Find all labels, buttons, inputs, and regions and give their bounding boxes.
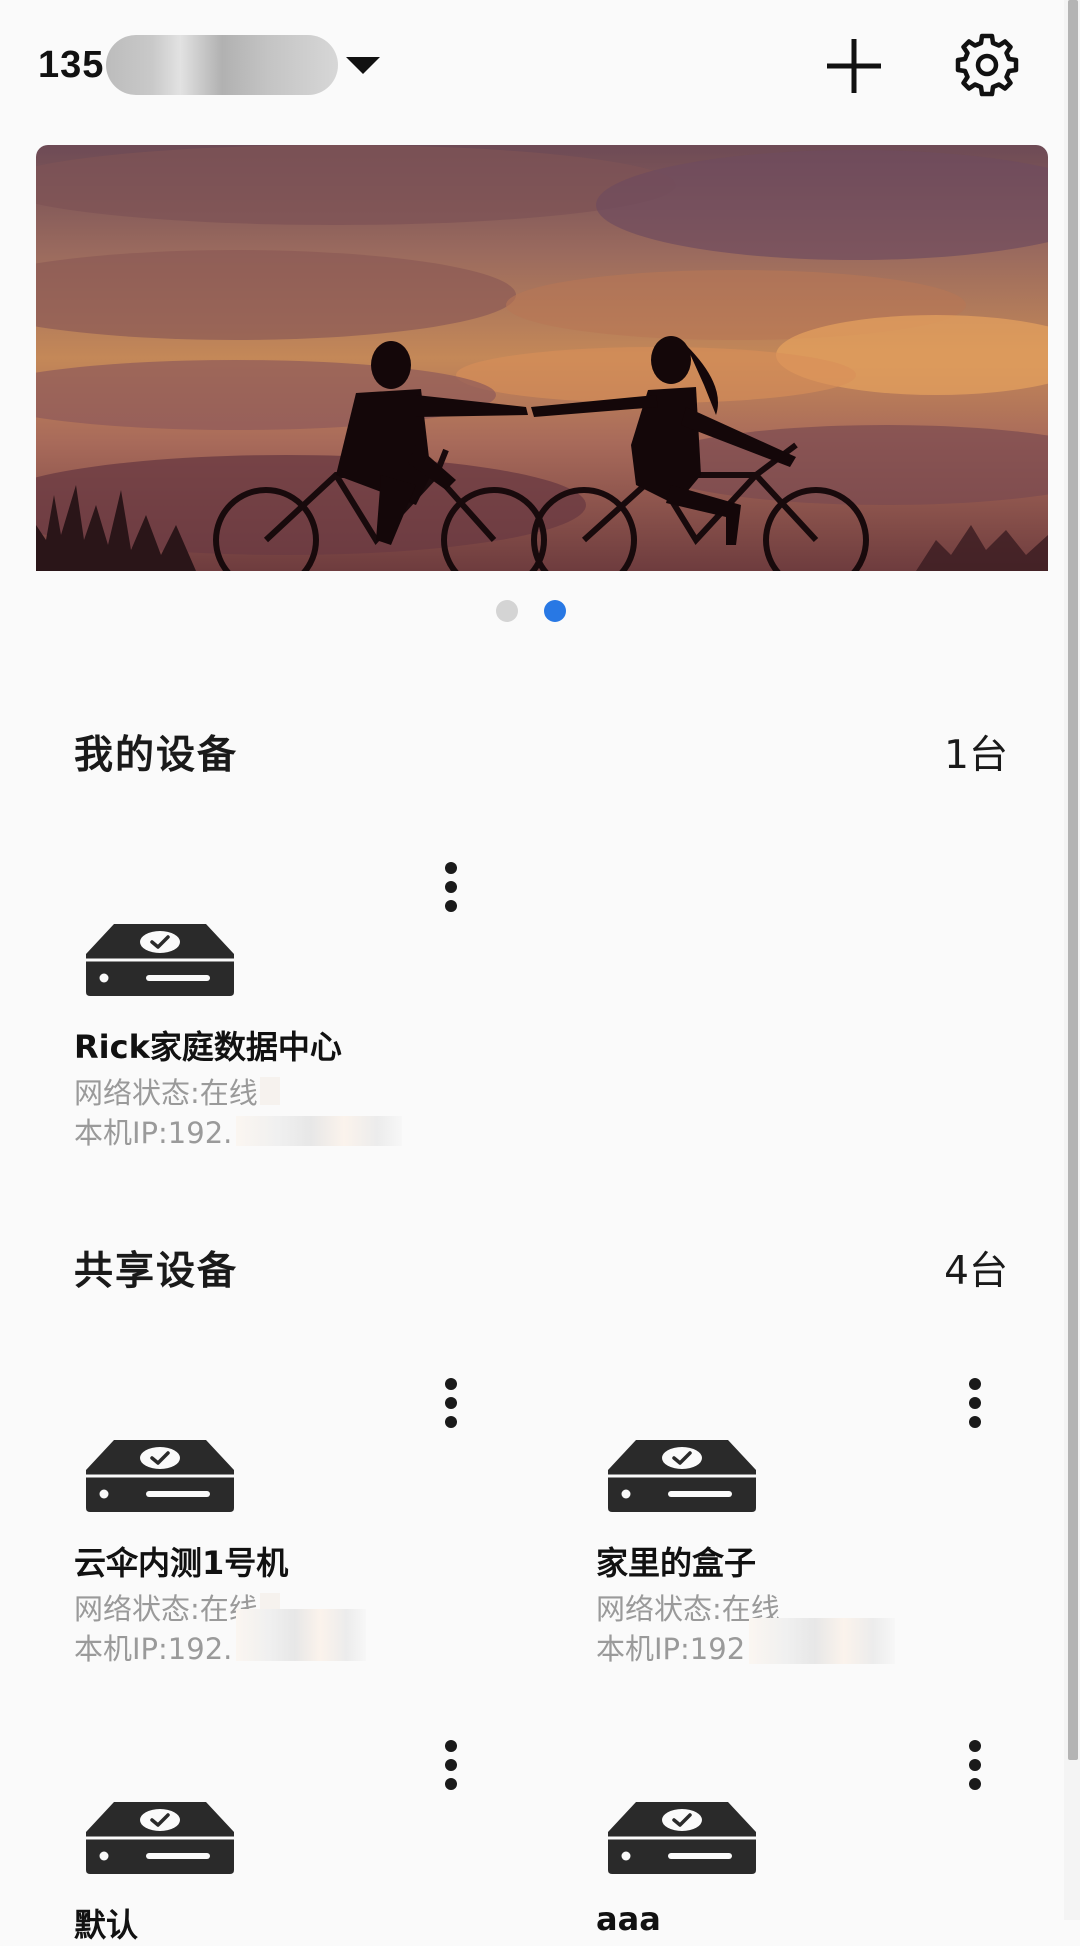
device-status: 网络状态:在线 bbox=[74, 1070, 280, 1112]
account-selector[interactable]: 135 bbox=[38, 30, 381, 100]
add-device-button[interactable] bbox=[822, 34, 886, 98]
scrollbar[interactable] bbox=[1064, 0, 1080, 1920]
carousel-dot-2-active[interactable] bbox=[544, 600, 566, 622]
server-check-icon bbox=[86, 1802, 234, 1874]
device-card[interactable]: 家里的盒子 网络状态:在线 本机IP:192 bbox=[596, 1378, 1046, 1708]
server-check-icon bbox=[86, 924, 234, 996]
more-vert-icon[interactable] bbox=[960, 1378, 990, 1428]
banner-image bbox=[36, 145, 1048, 571]
device-ip: 本机IP:192. bbox=[74, 1609, 367, 1668]
my-devices-title: 我的设备 bbox=[74, 733, 239, 778]
device-card[interactable]: 默认 bbox=[74, 1740, 524, 1944]
ip-redaction bbox=[236, 1116, 403, 1146]
device-status-text: 网络状态:在线 bbox=[74, 1592, 258, 1626]
account-number-redaction bbox=[106, 35, 339, 95]
carousel-dot-1[interactable] bbox=[496, 600, 518, 622]
device-ip-text: 本机IP:192. bbox=[74, 1116, 233, 1150]
server-check-icon bbox=[86, 1440, 234, 1512]
device-name: 默认 bbox=[74, 1906, 139, 1944]
my-devices-header: 我的设备 1台 bbox=[74, 722, 1008, 782]
device-ip: 本机IP:192. bbox=[74, 1110, 403, 1152]
more-vert-icon[interactable] bbox=[436, 862, 466, 912]
ip-redaction bbox=[236, 1609, 367, 1661]
device-name: 家里的盒子 bbox=[596, 1544, 757, 1582]
device-name: aaa bbox=[596, 1900, 661, 1938]
gear-icon bbox=[955, 33, 1019, 97]
device-name: Rick家庭数据中心 bbox=[74, 1028, 342, 1066]
scrollbar-thumb[interactable] bbox=[1068, 0, 1078, 1760]
top-bar: 135 bbox=[0, 0, 1062, 130]
settings-button[interactable] bbox=[954, 32, 1020, 98]
device-ip-text: 本机IP:192 bbox=[596, 1632, 746, 1666]
more-vert-icon[interactable] bbox=[436, 1378, 466, 1428]
server-check-icon bbox=[608, 1440, 756, 1512]
more-vert-icon[interactable] bbox=[960, 1740, 990, 1790]
device-name: 云伞内测1号机 bbox=[74, 1544, 289, 1582]
device-ip-text: 本机IP:192. bbox=[74, 1632, 233, 1666]
caret-down-icon[interactable] bbox=[346, 56, 381, 74]
plus-icon bbox=[827, 39, 881, 93]
shared-devices-title: 共享设备 bbox=[74, 1249, 239, 1294]
device-card[interactable]: 云伞内测1号机 网络状态:在线 本机IP:192. bbox=[74, 1378, 524, 1708]
shared-devices-count: 4台 bbox=[944, 1249, 1008, 1294]
server-check-icon bbox=[608, 1802, 756, 1874]
shared-devices-header: 共享设备 4台 bbox=[74, 1238, 1008, 1298]
account-number: 135 bbox=[38, 43, 105, 86]
status-redaction bbox=[259, 1077, 280, 1105]
device-card[interactable]: aaa bbox=[596, 1740, 1046, 1938]
more-vert-icon[interactable] bbox=[436, 1740, 466, 1790]
carousel-indicator bbox=[0, 600, 1062, 622]
device-ip: 本机IP:192 bbox=[596, 1618, 896, 1668]
ip-redaction bbox=[749, 1618, 896, 1664]
my-devices-count: 1台 bbox=[944, 733, 1008, 778]
banner-carousel[interactable] bbox=[36, 145, 1048, 571]
device-status-text: 网络状态:在线 bbox=[74, 1076, 258, 1110]
device-card[interactable]: Rick家庭数据中心 网络状态:在线 本机IP:192. bbox=[74, 862, 524, 1192]
